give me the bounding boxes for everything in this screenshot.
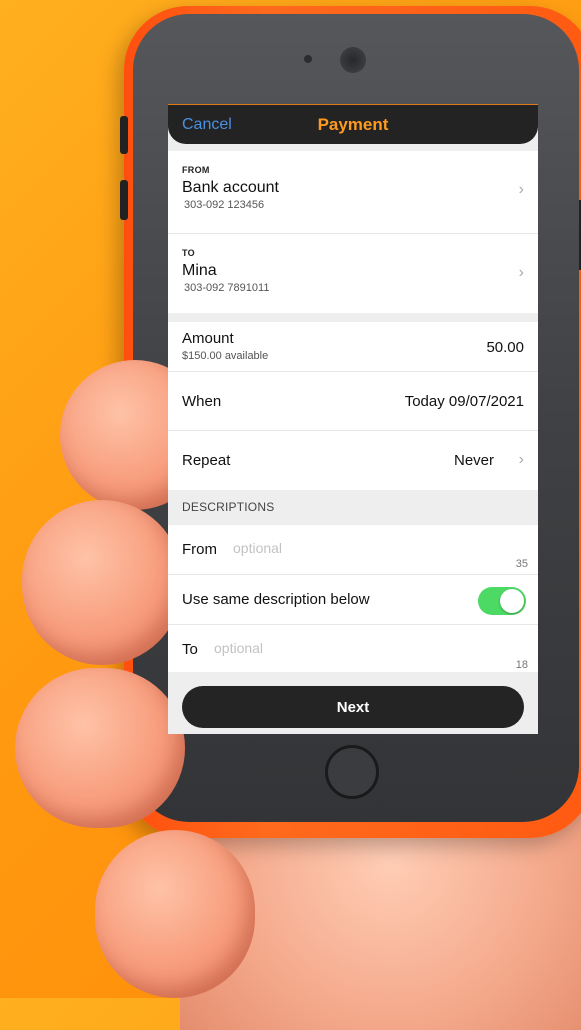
- sensor-dot: [304, 55, 312, 63]
- amount-row[interactable]: Amount $150.00 available 50.00: [168, 322, 538, 372]
- same-description-label: Use same description below: [182, 591, 370, 608]
- to-description-row: To 18: [168, 625, 538, 675]
- nav-bar: Cancel Payment: [168, 104, 538, 144]
- available-balance: $150.00 available: [182, 350, 269, 362]
- from-account-name: Bank account: [182, 179, 279, 196]
- descriptions-header: DESCRIPTIONS: [168, 490, 538, 525]
- to-description-label: To: [182, 641, 198, 658]
- to-account-number: 303-092 7891011: [184, 282, 270, 294]
- from-description-label: From: [182, 541, 217, 558]
- descriptions-card: From 35 Use same description below To 18: [168, 525, 538, 675]
- to-char-counter: 18: [515, 659, 528, 671]
- home-button[interactable]: [325, 745, 379, 799]
- repeat-row[interactable]: Repeat Never ›: [168, 431, 538, 490]
- chevron-right-icon: ›: [518, 264, 524, 281]
- hand-finger: [15, 668, 185, 828]
- app-screen: Cancel Payment FROM Bank account 303-092…: [168, 104, 538, 734]
- to-label: TO: [182, 248, 195, 258]
- to-description-input[interactable]: [214, 640, 414, 656]
- when-value[interactable]: Today 09/07/2021: [405, 393, 524, 410]
- to-account-row[interactable]: TO Mina 303-092 7891011 ›: [168, 233, 538, 313]
- hand-finger: [22, 500, 182, 665]
- repeat-value: Never: [453, 452, 494, 469]
- same-description-row: Use same description below: [168, 575, 538, 625]
- footer-bar: Next: [168, 672, 538, 734]
- volume-down-button: [120, 180, 128, 220]
- from-description-row: From 35: [168, 525, 538, 575]
- page-title: Payment: [317, 115, 389, 134]
- from-account-number: 303-092 123456: [184, 199, 265, 211]
- repeat-label: Repeat: [182, 452, 231, 469]
- same-description-toggle[interactable]: [478, 587, 526, 615]
- details-card: Amount $150.00 available 50.00 When Toda…: [168, 322, 538, 490]
- amount-value[interactable]: 50.00: [486, 339, 524, 356]
- toggle-knob: [500, 589, 524, 613]
- to-account-name: Mina: [182, 262, 217, 279]
- front-camera: [340, 47, 366, 73]
- chevron-right-icon: ›: [518, 451, 524, 468]
- amount-label: Amount: [182, 330, 234, 347]
- when-label: When: [182, 393, 222, 410]
- volume-up-button: [120, 116, 128, 154]
- accounts-card: FROM Bank account 303-092 123456 › TO Mi…: [168, 151, 538, 313]
- from-char-counter: 35: [515, 558, 528, 570]
- hand-thumb: [95, 830, 255, 998]
- from-label: FROM: [182, 165, 210, 175]
- chevron-right-icon: ›: [518, 181, 524, 198]
- when-row[interactable]: When Today 09/07/2021: [168, 372, 538, 431]
- next-button[interactable]: Next: [182, 686, 524, 728]
- from-description-input[interactable]: [233, 540, 433, 556]
- from-account-row[interactable]: FROM Bank account 303-092 123456 ›: [168, 151, 538, 233]
- section-gap: [168, 313, 538, 322]
